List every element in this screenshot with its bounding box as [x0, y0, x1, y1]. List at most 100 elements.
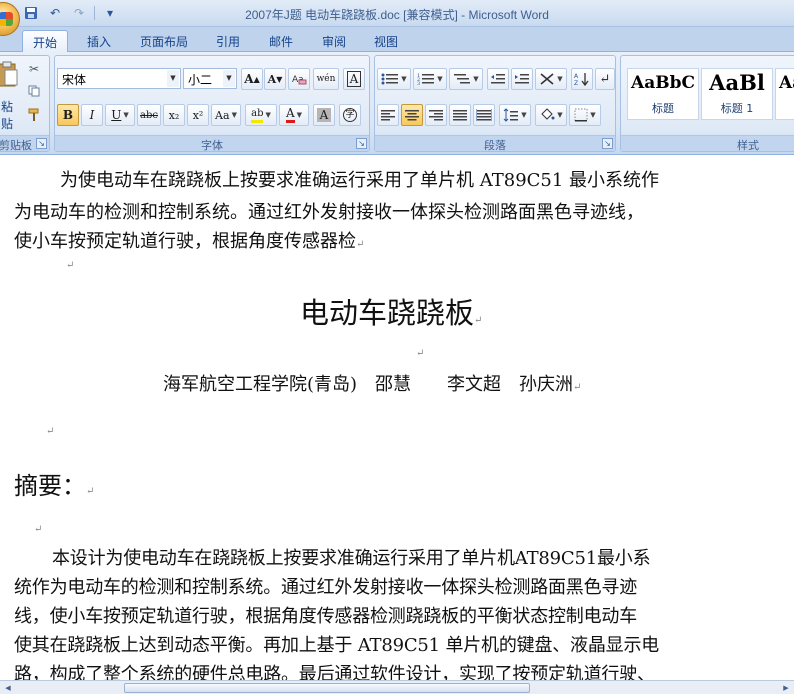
style-more[interactable]: Aa [775, 68, 794, 120]
style-heading-1-name: 标题 1 [720, 102, 754, 115]
font-size-combo[interactable]: 小二 ▼ [183, 68, 237, 89]
font-color-icon: A [285, 107, 295, 123]
paragraph-launcher-icon[interactable]: ↘ [602, 138, 613, 149]
styles-group-label: 样式 [621, 135, 794, 152]
svg-text:3: 3 [417, 81, 420, 86]
abstract-line3: 线，使小车按预定轨道行驶，根据角度传感器检测跷跷板的平衡状态控制电动车 [14, 606, 637, 627]
style-heading[interactable]: AaBbC 标题 [627, 68, 699, 120]
paint-bucket-icon [541, 108, 555, 120]
authors-line: 海军航空工程学院(青岛) 邵慧 李文超 孙庆洲↵ [163, 370, 581, 396]
style-heading-name: 标题 [652, 102, 674, 115]
paste-button[interactable]: 粘贴 [0, 60, 23, 131]
bold-button[interactable]: B [57, 104, 79, 126]
chinese-layout-button[interactable]: ▼ [535, 68, 567, 90]
align-left-icon[interactable] [377, 104, 399, 126]
bold-icon: B [62, 108, 74, 122]
grow-font-button[interactable]: A ▲ [241, 68, 263, 90]
shrink-font-icon: A [267, 72, 277, 86]
borders-icon [574, 108, 588, 122]
change-case-icon: Aa [215, 108, 230, 122]
ribbon-tabs: 开始 插入 页面布局 引用 邮件 审阅 视图 [0, 27, 794, 53]
character-shading-button[interactable]: A [313, 104, 335, 126]
sort-icon[interactable]: AZ [571, 68, 593, 90]
cut-icon[interactable]: ✂ [29, 62, 39, 76]
bullets-button[interactable]: ▼ [377, 68, 411, 90]
shading-button[interactable]: ▼ [535, 104, 567, 126]
document-title: 电动车跷跷板↵ [300, 290, 482, 332]
tab-view[interactable]: 视图 [364, 30, 408, 52]
highlight-button[interactable]: ab ▼ [245, 104, 277, 126]
phonetic-guide-button[interactable]: wén [313, 68, 339, 90]
svg-text:Z: Z [574, 80, 578, 87]
underline-icon: U [111, 108, 122, 122]
document-title-text: 电动车跷跷板 [300, 296, 475, 330]
multilevel-list-button[interactable]: ▼ [449, 68, 483, 90]
paste-icon [0, 61, 18, 87]
superscript-icon: x² [192, 108, 204, 122]
enclose-characters-button[interactable]: 字 [339, 104, 361, 126]
change-case-button[interactable]: Aa ▼ [211, 104, 241, 126]
format-painter-icon[interactable] [27, 108, 41, 122]
subscript-button[interactable]: x₂ [163, 104, 185, 126]
font-name-combo[interactable]: 宋体 ▼ [57, 68, 181, 89]
font-color-button[interactable]: A ▼ [279, 104, 309, 126]
font-size-dropdown-icon[interactable]: ▼ [223, 70, 235, 87]
clear-format-icon[interactable]: Aa [288, 68, 310, 90]
character-border-button[interactable]: A [343, 68, 365, 90]
document-page[interactable]: 为使电动车在跷跷板上按要求准确运行采用了单片机 AT89C51 最小系统作 为电… [0, 156, 794, 680]
paragraph-mark: ↵ [34, 524, 43, 535]
borders-button[interactable]: ▼ [569, 104, 601, 126]
tab-mailings[interactable]: 邮件 [259, 30, 303, 52]
font-size-value: 小二 [188, 73, 213, 87]
strikethrough-button[interactable]: abc [137, 104, 161, 126]
multilevel-list-icon [454, 74, 471, 84]
increase-indent-icon[interactable] [511, 68, 533, 90]
character-border-icon: A [346, 71, 362, 87]
justify-icon[interactable] [449, 104, 471, 126]
abstract-line4: 使其在跷跷板上达到动态平衡。再加上基于 AT89C51 单片机的键盘、液晶显示电 [14, 635, 660, 656]
abstract-heading-text: 摘要： [14, 472, 86, 500]
line-spacing-button[interactable]: ▼ [499, 104, 531, 126]
para1-line3: 使小车按预定轨道行驶，根据角度传感器检↵ [14, 227, 364, 253]
style-heading-1[interactable]: AaBl 标题 1 [701, 68, 773, 120]
italic-icon: I [89, 108, 95, 122]
superscript-button[interactable]: x² [187, 104, 209, 126]
horizontal-scrollbar[interactable]: ◀ ▶ [0, 680, 794, 694]
title-bar: ↶ ↷ ▾ 2007年J题 电动车跷跷板.doc [兼容模式] - Micros… [0, 0, 794, 36]
paragraph-mark: ↵ [356, 239, 365, 250]
tab-review[interactable]: 审阅 [312, 30, 356, 52]
paste-label: 粘贴 [1, 100, 14, 131]
clipboard-launcher-icon[interactable]: ↘ [36, 138, 47, 149]
scroll-left-icon[interactable]: ◀ [2, 683, 14, 693]
align-center-icon[interactable] [401, 104, 423, 126]
tab-insert[interactable]: 插入 [77, 30, 121, 52]
paragraph-mark: ↵ [86, 486, 95, 497]
shrink-font-button[interactable]: A ▼ [264, 68, 286, 90]
decrease-indent-icon[interactable] [487, 68, 509, 90]
tab-page-layout[interactable]: 页面布局 [130, 30, 198, 52]
numbering-button[interactable]: 1 2 3 ▼ [413, 68, 447, 90]
window-title: 2007年J题 电动车跷跷板.doc [兼容模式] - Microsoft Wo… [245, 8, 549, 22]
paragraph-mark: ↵ [66, 260, 75, 271]
italic-button[interactable]: I [81, 104, 103, 126]
scroll-right-icon[interactable]: ▶ [780, 683, 792, 693]
abstract-line1: 本设计为使电动车在跷跷板上按要求准确运行采用了单片机AT89C51最小系 [52, 548, 651, 569]
subscript-icon: x₂ [168, 108, 180, 122]
scrollbar-thumb[interactable] [124, 683, 530, 693]
show-marks-icon[interactable]: ↵ [595, 68, 615, 90]
ribbon: 粘贴 ✂ 剪贴板 ↘ 宋体 ▼ 小二 ▼ A ▲ A ▼ Aa wén A B … [0, 52, 794, 155]
tab-references[interactable]: 引用 [206, 30, 250, 52]
font-launcher-icon[interactable]: ↘ [356, 138, 367, 149]
tab-home[interactable]: 开始 [22, 30, 69, 53]
font-group-label: 字体 [55, 135, 369, 152]
underline-button[interactable]: U ▼ [105, 104, 135, 126]
distributed-icon[interactable] [473, 104, 495, 126]
abstract-line2: 统作为电动车的检测和控制系统。通过红外发射接收一体探头检测路面黑色寻迹 [14, 577, 637, 598]
paragraph-mark: ↵ [573, 382, 582, 393]
copy-icon[interactable] [28, 85, 40, 97]
align-right-icon[interactable] [425, 104, 447, 126]
font-name-dropdown-icon[interactable]: ▼ [167, 70, 179, 87]
phonetic-guide-icon: wén [316, 74, 336, 84]
style-more-preview: Aa [779, 73, 794, 93]
paragraph-group: ▼ 1 2 3 ▼ ▼ ▼ AZ ↵ ▼ ▼ ▼ 段落 ↘ [374, 55, 616, 152]
